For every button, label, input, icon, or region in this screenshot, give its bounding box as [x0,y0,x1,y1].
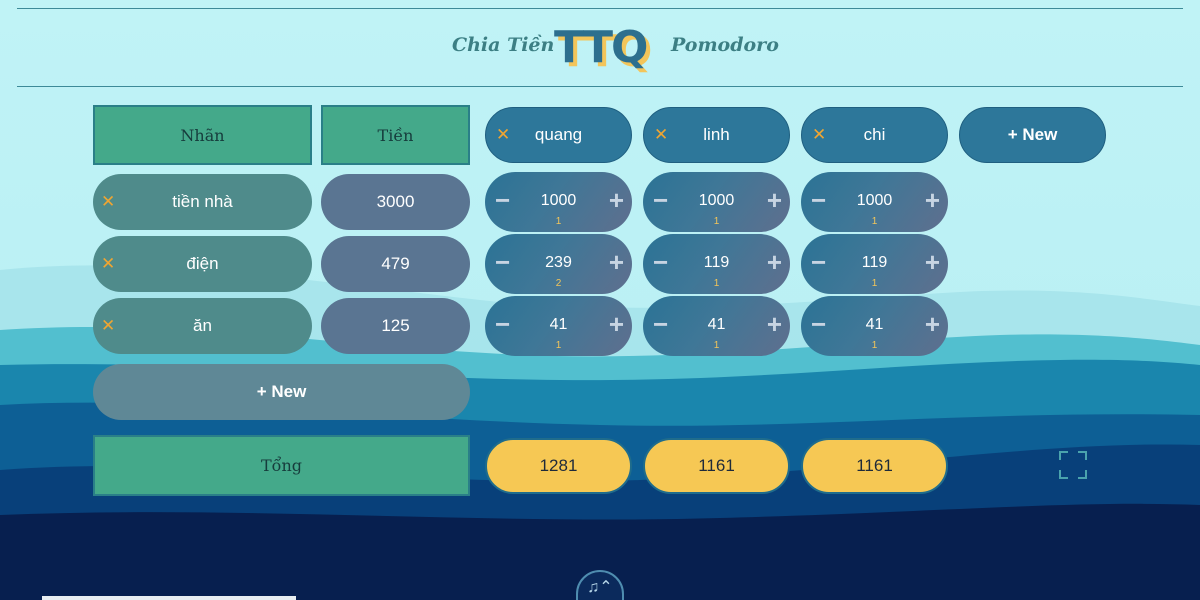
share-cell: − 1000 1 + [485,172,632,232]
fullscreen-icon[interactable] [1059,451,1087,479]
amount-column-header: Tiền [321,105,470,165]
plus-icon[interactable]: + [609,185,624,216]
share-weight: 1 [713,216,720,227]
add-row-button[interactable]: + New [93,364,470,420]
close-icon[interactable]: ✕ [812,125,826,145]
share-weight: 1 [871,278,878,289]
share-cell: − 41 1 + [485,296,632,356]
row-label-text: điện [186,254,219,273]
plus-icon[interactable]: + [925,247,940,278]
row-amount[interactable]: 3000 [321,174,470,230]
share-weight: 1 [555,340,562,351]
row-amount[interactable]: 479 [321,236,470,292]
share-cell: − 1000 1 + [643,172,790,232]
total-chi: 1161 [801,438,948,494]
close-icon[interactable]: ✕ [101,316,115,336]
plus-icon[interactable]: + [925,309,940,340]
add-person-button[interactable]: + New [959,107,1106,163]
person-header-chi[interactable]: ✕ chi [801,107,948,163]
share-cell: − 119 1 + [643,234,790,294]
share-weight: 1 [871,340,878,351]
logo: TTQ [554,22,648,73]
row-label-text: tiền nhà [172,192,233,211]
row-label[interactable]: ✕ ăn [93,298,312,354]
share-weight: 1 [555,216,562,227]
row-amount[interactable]: 125 [321,298,470,354]
share-cell: − 41 1 + [643,296,790,356]
total-linh: 1161 [643,438,790,494]
share-cell: − 41 1 + [801,296,948,356]
share-cell: − 239 2 + [485,234,632,294]
header-divider [17,86,1183,87]
share-weight: 1 [713,340,720,351]
close-icon[interactable]: ✕ [496,125,510,145]
person-header-linh[interactable]: ✕ linh [643,107,790,163]
row-label-text: ăn [193,316,212,335]
plus-icon[interactable]: + [767,247,782,278]
person-name: chi [863,125,886,144]
share-weight: 1 [871,216,878,227]
total-label: Tổng [93,435,470,496]
label-column-header: Nhãn [93,105,312,165]
share-weight: 1 [713,278,720,289]
plus-icon[interactable]: + [767,309,782,340]
total-quang: 1281 [485,438,632,494]
bottom-bar [42,596,296,600]
plus-icon[interactable]: + [609,247,624,278]
share-cell: − 119 1 + [801,234,948,294]
close-icon[interactable]: ✕ [654,125,668,145]
person-name: quang [534,125,583,144]
share-weight: 2 [555,278,562,289]
plus-icon[interactable]: + [925,185,940,216]
person-name: linh [703,125,730,144]
close-icon[interactable]: ✕ [101,254,115,274]
top-divider [17,8,1183,9]
share-cell: − 1000 1 + [801,172,948,232]
row-label[interactable]: ✕ tiền nhà [93,174,312,230]
close-icon[interactable]: ✕ [101,192,115,212]
nav-pomodoro[interactable]: Pomodoro [671,34,779,56]
plus-icon[interactable]: + [609,309,624,340]
row-label[interactable]: ✕ điện [93,236,312,292]
plus-icon[interactable]: + [767,185,782,216]
nav-chia-tien[interactable]: Chia Tiền [452,34,554,56]
person-header-quang[interactable]: ✕ quang [485,107,632,163]
